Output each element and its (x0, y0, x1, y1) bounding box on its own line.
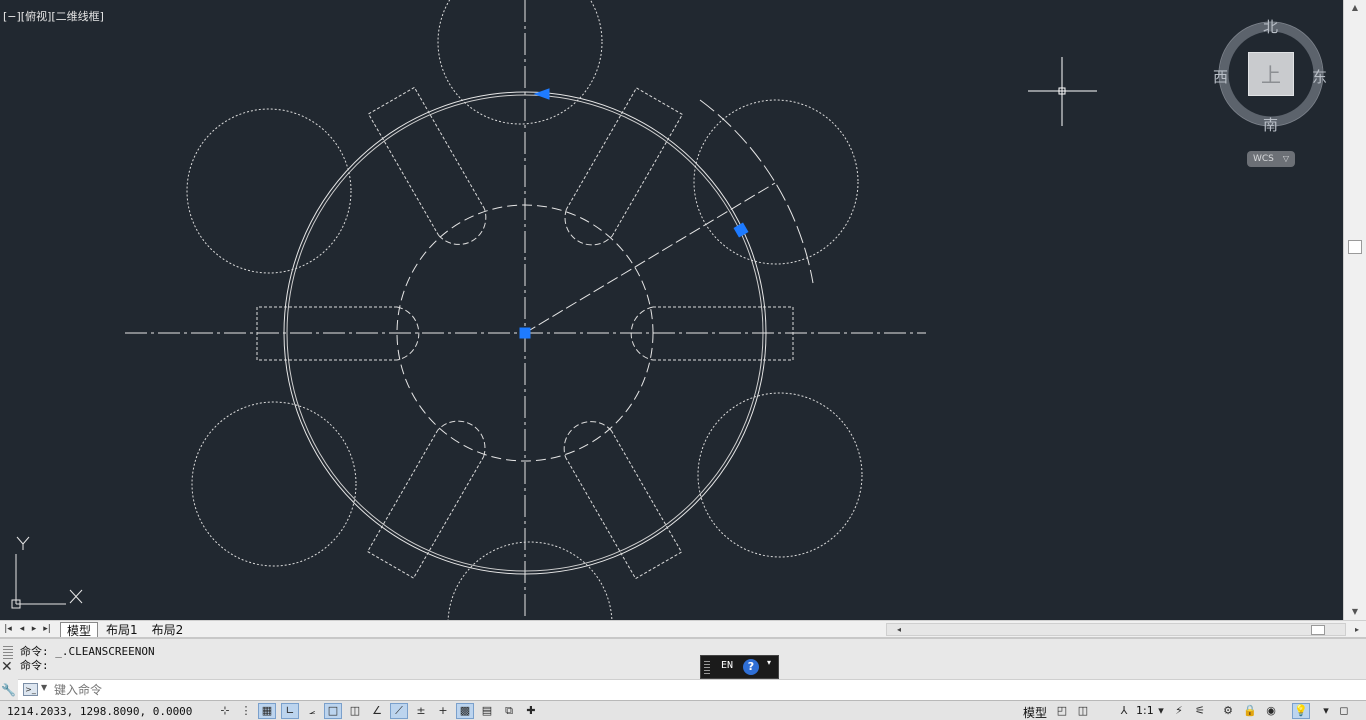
bolt-circle-top (437, 0, 603, 125)
bolt-circle-bottom-left (191, 401, 357, 567)
horizontal-scrollbar[interactable]: ◂ ▸ (886, 623, 1359, 636)
viewport-controls-label[interactable]: [−][俯视][二维线框] (3, 8, 104, 24)
next-tab-icon[interactable]: ▸ (28, 622, 40, 636)
arrow-grip (533, 88, 550, 100)
command-input[interactable] (54, 681, 654, 699)
tab-model[interactable]: 模型 (60, 622, 99, 638)
layout-tab-bar: |◂ ◂ ▸ ▸| 模型 布局1 布局2 ◂ ▸ (0, 620, 1366, 638)
radius-preview-line (524, 182, 776, 334)
language-code[interactable]: EN (721, 660, 733, 671)
viewcube-north[interactable]: 北 (1263, 16, 1278, 37)
scroll-left-icon[interactable]: ◂ (897, 624, 901, 635)
prev-tab-icon[interactable]: ◂ (16, 622, 28, 636)
infer-constraints-icon[interactable]: ⊹ (216, 703, 234, 719)
ucs-icon (11, 536, 83, 609)
first-tab-icon[interactable]: |◂ (2, 622, 14, 636)
drawing-canvas[interactable] (0, 0, 1343, 620)
slot-bottom-left (366, 420, 486, 579)
chevron-down-icon[interactable]: ▾ (1317, 703, 1335, 719)
scroll-up-icon[interactable]: ▲ (1344, 0, 1366, 16)
snap-mode-icon[interactable]: ⋮ (237, 703, 255, 719)
layout-tabs: 模型 布局1 布局2 (60, 621, 191, 638)
viewcube-top-face[interactable]: 上 (1248, 52, 1294, 96)
slot-top-right (367, 86, 487, 245)
crosshair-cursor (1028, 57, 1097, 126)
wrench-icon[interactable]: 🔧 (1, 683, 16, 697)
wcs-label: WCS (1253, 154, 1274, 164)
ortho-mode-icon[interactable]: ∟ (281, 703, 299, 719)
dynamic-input-icon[interactable]: ± (412, 703, 430, 719)
3d-object-snap-icon[interactable]: ◫ (346, 703, 364, 719)
autocad-window: [−][俯视][二维线框] 北 南 西 东 上 WCS ▽ ▲ ▼ |◂ ◂ ▸… (0, 0, 1366, 720)
viewcube-south[interactable]: 南 (1263, 114, 1278, 135)
drawing-viewport[interactable]: [−][俯视][二维线框] 北 南 西 东 上 WCS ▽ (0, 0, 1343, 620)
clean-screen-icon[interactable]: ◻ (1335, 703, 1353, 719)
quick-properties-icon[interactable]: ▤ (478, 703, 496, 719)
polar-tracking-icon[interactable]: ⦟ (303, 703, 321, 719)
quick-view-layouts-icon[interactable]: ◰ (1053, 703, 1071, 719)
grid-display-icon[interactable]: ▦ (258, 703, 276, 719)
lock-icon[interactable]: 🔒 (1241, 703, 1259, 719)
slot-bottom-right (563, 421, 683, 580)
language-bar[interactable]: EN ? ▾ (700, 655, 779, 679)
annotation-monitor-icon[interactable]: ✚ (522, 703, 540, 719)
viewcube[interactable]: 北 南 西 东 上 WCS ▽ (1205, 12, 1337, 172)
auto-scale-icon[interactable]: ⚟ (1191, 703, 1209, 719)
drag-handle-icon[interactable] (3, 645, 13, 659)
annotation-visibility-icon[interactable]: ⚡ (1170, 703, 1188, 719)
close-icon[interactable]: ✕ (1, 659, 13, 675)
wcs-dropdown[interactable]: WCS ▽ (1247, 151, 1295, 167)
isolate-objects-icon[interactable]: 💡 (1292, 703, 1310, 719)
help-icon[interactable]: ? (743, 659, 759, 675)
dynamic-ucs-icon[interactable]: ⟋ (390, 703, 408, 719)
coordinate-readout[interactable]: 1214.2033, 1298.8090, 0.0000 (7, 705, 192, 718)
command-line-panel: ✕ 🔧 命令: _.CLEANSCREENON 命令: >_ ▼ (0, 637, 1366, 700)
command-history: 命令: _.CLEANSCREENON 命令: (20, 645, 155, 673)
tab-layout2[interactable]: 布局2 (145, 622, 190, 638)
chevron-down-icon[interactable]: ▾ (1152, 703, 1170, 719)
slot-top-left (564, 87, 684, 246)
quick-view-drawings-icon[interactable]: ◫ (1074, 703, 1092, 719)
chevron-down-icon: ▽ (1282, 154, 1289, 163)
chevron-down-icon[interactable]: ▼ (41, 683, 47, 692)
model-space-label[interactable]: 模型 (1023, 704, 1047, 720)
selection-cycling-icon[interactable]: ⧉ (500, 703, 518, 719)
scroll-right-icon[interactable]: ▸ (1355, 624, 1359, 635)
object-snap-tracking-icon[interactable]: ∠ (368, 703, 386, 719)
vertical-scrollbar[interactable]: ▲ ▼ (1343, 0, 1366, 620)
annotation-scale-icon[interactable]: ⅄ (1115, 703, 1133, 719)
history-line: 命令: _.CLEANSCREENON (20, 645, 155, 658)
object-snap-icon[interactable]: □ (324, 703, 342, 719)
horizontal-scroll-thumb[interactable] (1311, 625, 1325, 635)
options-icon[interactable]: ▾ (767, 658, 771, 667)
history-line: 命令: (20, 659, 49, 672)
bolt-circle-top-left (186, 108, 352, 274)
vertical-scroll-thumb[interactable] (1348, 240, 1362, 254)
command-input-row: >_ ▼ (18, 679, 1366, 700)
scroll-down-icon[interactable]: ▼ (1344, 604, 1366, 620)
transparency-icon[interactable]: ▩ (456, 703, 474, 719)
bolt-circle-bottom (447, 541, 613, 620)
quadrant-grip (733, 222, 749, 238)
center-grip (519, 327, 531, 339)
command-prompt-icon[interactable]: >_ (23, 683, 38, 696)
viewcube-east[interactable]: 东 (1312, 66, 1327, 87)
tab-layout1[interactable]: 布局1 (100, 622, 144, 638)
hardware-acceleration-icon[interactable]: ◉ (1262, 703, 1280, 719)
bolt-circle-bottom-right (697, 392, 863, 558)
command-line-side: ✕ 🔧 (0, 643, 16, 701)
bolt-circle-top-right (693, 99, 859, 265)
workspace-gear-icon[interactable]: ⚙ (1219, 703, 1237, 719)
last-tab-icon[interactable]: ▸| (41, 622, 53, 636)
lineweight-icon[interactable]: + (434, 703, 452, 719)
drag-handle-icon[interactable] (704, 660, 710, 674)
status-bar: 1214.2033, 1298.8090, 0.0000 ⊹ ⋮ ▦ ∟ ⦟ □… (0, 700, 1366, 720)
viewcube-west[interactable]: 西 (1213, 66, 1228, 87)
